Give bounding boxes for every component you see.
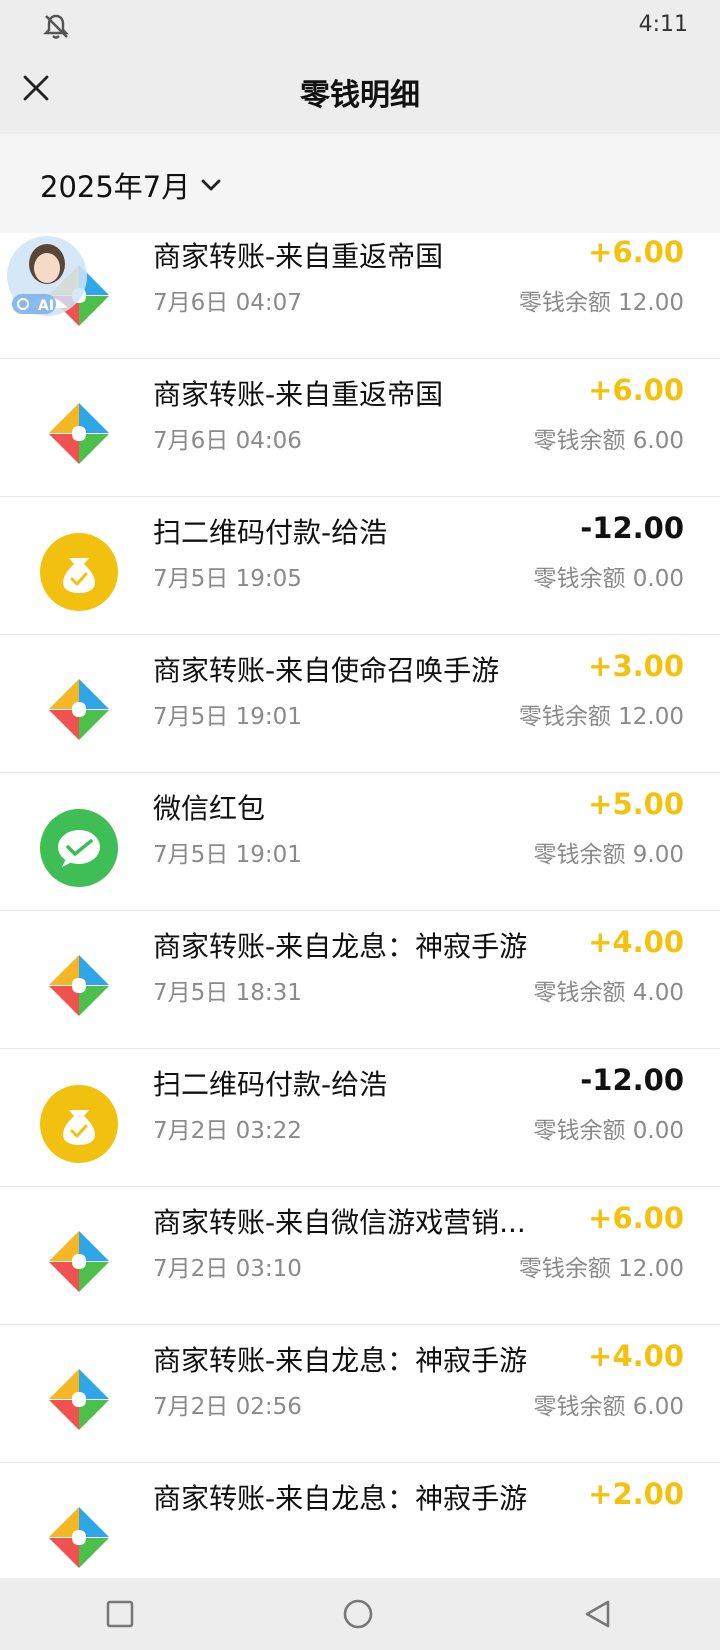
transaction-date: 7月2日 02:56 xyxy=(153,1394,302,1420)
transaction-amount: +5.00 xyxy=(588,787,684,821)
transaction-row[interactable]: 商家转账-来自重返帝国 7月6日 04:06 +6.00 零钱余额 6.00 xyxy=(0,359,720,497)
transaction-amount: +4.00 xyxy=(588,925,684,959)
transaction-row[interactable]: 商家转账-来自微信游戏营销... 7月2日 03:10 +6.00 零钱余额 12.0… xyxy=(0,1187,720,1325)
transaction-list: 商家转账-来自重返帝国 7月6日 04:07 +6.00 零钱余额 12.00 商家转账… xyxy=(0,233,720,1578)
transaction-row[interactable]: 商家转账-来自龙息：神寂手游 7月5日 18:31 +4.00 零钱余额 4.00 xyxy=(0,911,720,1049)
back-triangle-icon[interactable] xyxy=(582,1598,614,1630)
system-nav-bar xyxy=(0,1578,720,1650)
transaction-balance: 零钱余额 9.00 xyxy=(533,842,684,868)
month-filter-bar: 2025年7月 xyxy=(0,134,720,233)
transaction-name: 商家转账-来自龙息：神寂手游 xyxy=(153,1344,528,1377)
transaction-balance: 零钱余额 6.00 xyxy=(533,428,684,454)
payment-bag-icon xyxy=(40,533,118,611)
transaction-date: 7月5日 19:05 xyxy=(153,566,302,592)
transaction-amount: -12.00 xyxy=(580,1063,684,1097)
transaction-row[interactable]: 商家转账-来自龙息：神寂手游 7月2日 02:56 +4.00 零钱余额 6.00 xyxy=(0,1325,720,1463)
transaction-date: 7月6日 04:06 xyxy=(153,428,302,454)
transaction-row[interactable]: 商家转账-来自使命召唤手游 7月5日 19:01 +3.00 零钱余额 12.00 xyxy=(0,635,720,773)
transaction-balance: 零钱余额 6.00 xyxy=(533,1394,684,1420)
status-bar: 4:11 xyxy=(0,0,720,50)
transaction-name: 扫二维码付款-给浩 xyxy=(153,516,388,549)
merchant-transfer-icon xyxy=(49,1369,109,1430)
page-title: 零钱明细 xyxy=(300,78,420,113)
transaction-name: 商家转账-来自微信游戏营销... xyxy=(153,1206,526,1239)
transaction-date: 7月2日 03:10 xyxy=(153,1256,302,1282)
bell-off-icon xyxy=(43,14,69,39)
merchant-transfer-icon xyxy=(49,1507,109,1568)
transaction-row[interactable]: 扫二维码付款-给浩 7月2日 03:22 -12.00 零钱余额 0.00 xyxy=(0,1049,720,1187)
transaction-row[interactable]: 微信红包 7月5日 19:01 +5.00 零钱余额 9.00 xyxy=(0,773,720,911)
ai-assistant-avatar-icon[interactable]: AI xyxy=(4,230,90,322)
transaction-amount: +6.00 xyxy=(588,373,684,407)
ai-label: AI xyxy=(38,298,54,314)
payment-bag-icon xyxy=(40,1085,118,1163)
top-header: 零钱明细 xyxy=(0,50,720,134)
transaction-name: 扫二维码付款-给浩 xyxy=(153,1068,388,1101)
transaction-balance: 零钱余额 4.00 xyxy=(533,980,684,1006)
transaction-date: 7月5日 19:01 xyxy=(153,842,302,868)
transaction-amount: +6.00 xyxy=(588,1201,684,1235)
transaction-amount: -12.00 xyxy=(580,511,684,545)
transaction-row[interactable]: 扫二维码付款-给浩 7月5日 19:05 -12.00 零钱余额 0.00 xyxy=(0,497,720,635)
month-label: 2025年7月 xyxy=(40,170,191,204)
transaction-amount: +3.00 xyxy=(588,649,684,683)
transaction-row[interactable]: 商家转账-来自重返帝国 7月6日 04:07 +6.00 零钱余额 12.00 xyxy=(0,233,720,359)
status-time: 4:11 xyxy=(638,12,688,37)
wechat-redpacket-icon xyxy=(40,809,118,887)
transaction-balance: 零钱余额 12.00 xyxy=(518,704,684,730)
transaction-name: 商家转账-来自重返帝国 xyxy=(153,378,444,411)
transaction-date: 7月2日 03:22 xyxy=(153,1118,302,1144)
merchant-transfer-icon xyxy=(49,955,109,1016)
transaction-date: 7月5日 19:01 xyxy=(153,704,302,730)
transaction-name: 商家转账-来自使命召唤手游 xyxy=(153,654,500,687)
transaction-name: 微信红包 xyxy=(153,792,266,825)
transaction-row[interactable]: 商家转账-来自龙息：神寂手游 +2.00 xyxy=(0,1463,720,1578)
chevron-down-icon xyxy=(201,179,221,191)
merchant-transfer-icon xyxy=(49,679,109,740)
transaction-balance: 零钱余额 0.00 xyxy=(533,566,684,592)
transaction-amount: +4.00 xyxy=(588,1339,684,1373)
merchant-transfer-icon xyxy=(49,1231,109,1292)
circle-icon[interactable] xyxy=(342,1598,374,1630)
transaction-amount: +6.00 xyxy=(588,235,684,269)
merchant-transfer-icon xyxy=(49,403,109,464)
transaction-amount: +2.00 xyxy=(588,1477,684,1511)
month-selector[interactable]: 2025年7月 xyxy=(40,164,222,206)
transaction-date: 7月5日 18:31 xyxy=(153,980,302,1006)
square-icon[interactable] xyxy=(104,1598,136,1630)
transaction-date: 7月6日 04:07 xyxy=(153,290,302,316)
transaction-balance: 零钱余额 12.00 xyxy=(518,290,684,316)
transaction-name: 商家转账-来自重返帝国 xyxy=(153,240,444,273)
transaction-balance: 零钱余额 12.00 xyxy=(518,1256,684,1282)
transaction-name: 商家转账-来自龙息：神寂手游 xyxy=(153,1482,528,1515)
transaction-balance: 零钱余额 0.00 xyxy=(533,1118,684,1144)
transaction-name: 商家转账-来自龙息：神寂手游 xyxy=(153,930,528,963)
